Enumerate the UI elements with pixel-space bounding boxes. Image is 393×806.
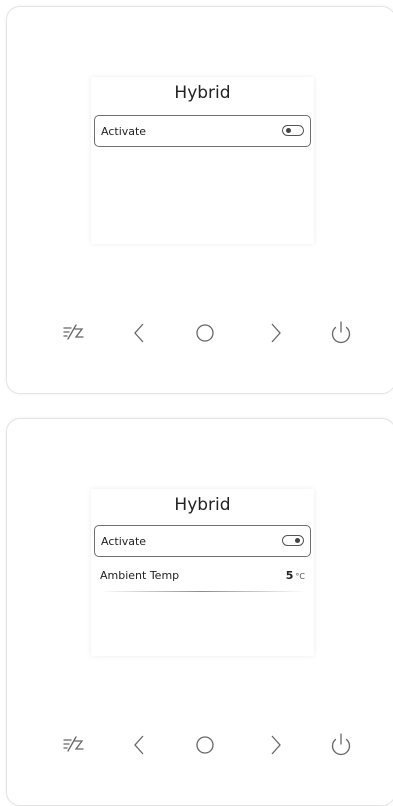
chevron-right-icon (271, 735, 281, 755)
back-button[interactable] (119, 724, 159, 764)
power-button[interactable] (321, 724, 361, 764)
activate-row[interactable]: Activate (94, 525, 311, 557)
home-circle-icon (196, 736, 214, 754)
activate-row[interactable]: Activate (94, 115, 311, 147)
forward-button[interactable] (256, 312, 296, 352)
chevron-right-icon (271, 323, 281, 343)
power-button[interactable] (321, 312, 361, 352)
forward-button[interactable] (256, 724, 296, 764)
activate-toggle[interactable] (282, 125, 304, 136)
chevron-left-icon (134, 735, 144, 755)
mode-icon (63, 324, 84, 340)
activate-label: Activate (101, 125, 147, 138)
ambient-temp-label: Ambient Temp (100, 569, 180, 582)
row-divider (100, 591, 305, 592)
activate-toggle[interactable] (282, 535, 304, 546)
home-button[interactable] (185, 312, 225, 352)
thermostat-panel-bottom: Hybrid Activate Ambient Temp 5 °C (6, 418, 393, 806)
toggle-knob (295, 538, 300, 543)
mode-button[interactable] (55, 312, 95, 352)
home-circle-icon (196, 324, 214, 342)
display-screen: Hybrid Activate (91, 77, 314, 244)
ambient-temp-number: 5 (285, 569, 294, 582)
activate-label: Activate (101, 535, 147, 548)
screen-title: Hybrid (174, 495, 231, 515)
mode-button[interactable] (55, 724, 95, 764)
ambient-temp-value: 5 °C (286, 569, 305, 582)
chevron-left-icon (134, 323, 144, 343)
power-icon (331, 321, 351, 344)
button-bar (7, 312, 393, 352)
button-bar (7, 724, 393, 764)
toggle-knob (286, 128, 291, 133)
ambient-temp-row[interactable]: Ambient Temp 5 °C (94, 560, 311, 592)
display-screen: Hybrid Activate Ambient Temp 5 °C (91, 489, 314, 656)
power-icon (331, 733, 351, 756)
screen-title: Hybrid (174, 83, 231, 103)
thermostat-panel-top: Hybrid Activate (6, 6, 393, 394)
ambient-temp-unit: °C (295, 572, 305, 581)
home-button[interactable] (185, 724, 225, 764)
back-button[interactable] (119, 312, 159, 352)
mode-icon (63, 736, 84, 752)
